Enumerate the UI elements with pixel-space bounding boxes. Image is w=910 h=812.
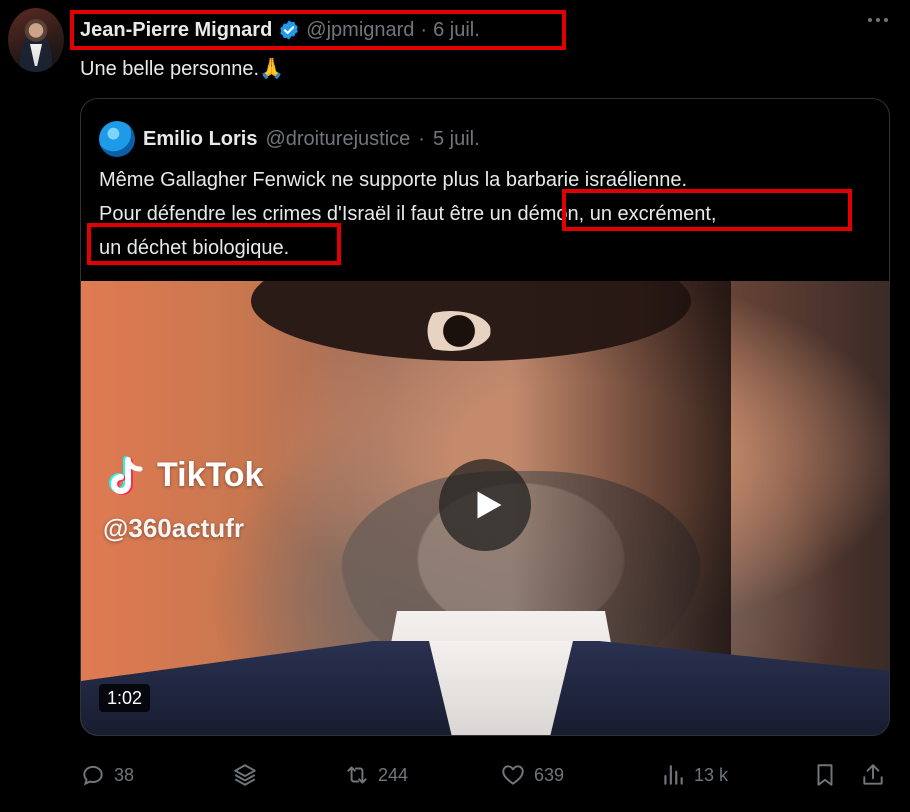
- verified-badge-icon: [280, 20, 299, 40]
- highlight-box-dechet-phrase: [87, 223, 341, 265]
- quoted-tweet-date: 5 juil.: [432, 127, 480, 150]
- highlight-box-demon-phrase: [562, 189, 852, 231]
- quoted-author-avatar: [99, 121, 135, 157]
- analytics-icon: [664, 765, 683, 785]
- author-name[interactable]: Jean-Pierre Mignard: [80, 19, 272, 42]
- separator-dot: ·: [418, 127, 425, 150]
- layers-icon: [234, 764, 256, 786]
- bookmark-button[interactable]: [812, 762, 838, 788]
- quoted-tweet-card[interactable]: Emilio Loris @droiturejustice · 5 juil. …: [80, 98, 890, 736]
- action-bar: 38 244 639 13 k: [80, 762, 890, 798]
- tiktok-handle-text: @360actufr: [103, 513, 244, 543]
- reply-icon: [83, 765, 103, 786]
- tiktok-watermark: TikTok: [109, 453, 263, 497]
- repost-count: 244: [378, 764, 409, 785]
- tweet-text: Une belle personne.🙏: [80, 58, 284, 80]
- play-icon: [477, 491, 502, 519]
- author-avatar[interactable]: [8, 8, 64, 72]
- separator-dot: ·: [420, 18, 428, 41]
- video-duration: 1:02: [99, 684, 151, 712]
- tiktok-note-icon: [109, 456, 143, 495]
- video-player[interactable]: TikTok @360actufr 1:02: [81, 281, 889, 735]
- like-count: 639: [534, 764, 565, 785]
- more-options-icon[interactable]: [868, 18, 888, 22]
- tweet-date[interactable]: 6 juil.: [433, 19, 480, 42]
- quoted-tweet-header: Emilio Loris @droiturejustice · 5 juil.: [99, 121, 480, 157]
- play-button[interactable]: [439, 459, 531, 551]
- view-count: 13 k: [694, 764, 729, 785]
- video-frame-eye: [411, 311, 491, 351]
- share-icon: [863, 764, 883, 785]
- quoted-author-handle: @droiturejustice: [265, 127, 411, 150]
- quoted-author-name: Emilio Loris: [143, 127, 258, 150]
- author-header-highlight: Jean-Pierre Mignard @jpmignard · 6 juil.: [70, 10, 566, 50]
- reply-button[interactable]: 38: [80, 762, 134, 788]
- repost-icon: [347, 766, 367, 784]
- author-handle[interactable]: @jpmignard: [306, 19, 414, 42]
- tiktok-brand-text: TikTok: [157, 455, 264, 494]
- reply-count: 38: [114, 764, 135, 785]
- like-button[interactable]: 639: [500, 762, 564, 788]
- heart-icon: [502, 765, 524, 785]
- bookmark-icon: [817, 764, 833, 786]
- grok-layers-button[interactable]: [232, 762, 258, 788]
- tweet: Jean-Pierre Mignard @jpmignard · 6 juil.…: [0, 0, 910, 812]
- repost-button[interactable]: 244: [344, 762, 408, 788]
- views-button[interactable]: 13 k: [660, 762, 728, 788]
- share-button[interactable]: [860, 762, 886, 788]
